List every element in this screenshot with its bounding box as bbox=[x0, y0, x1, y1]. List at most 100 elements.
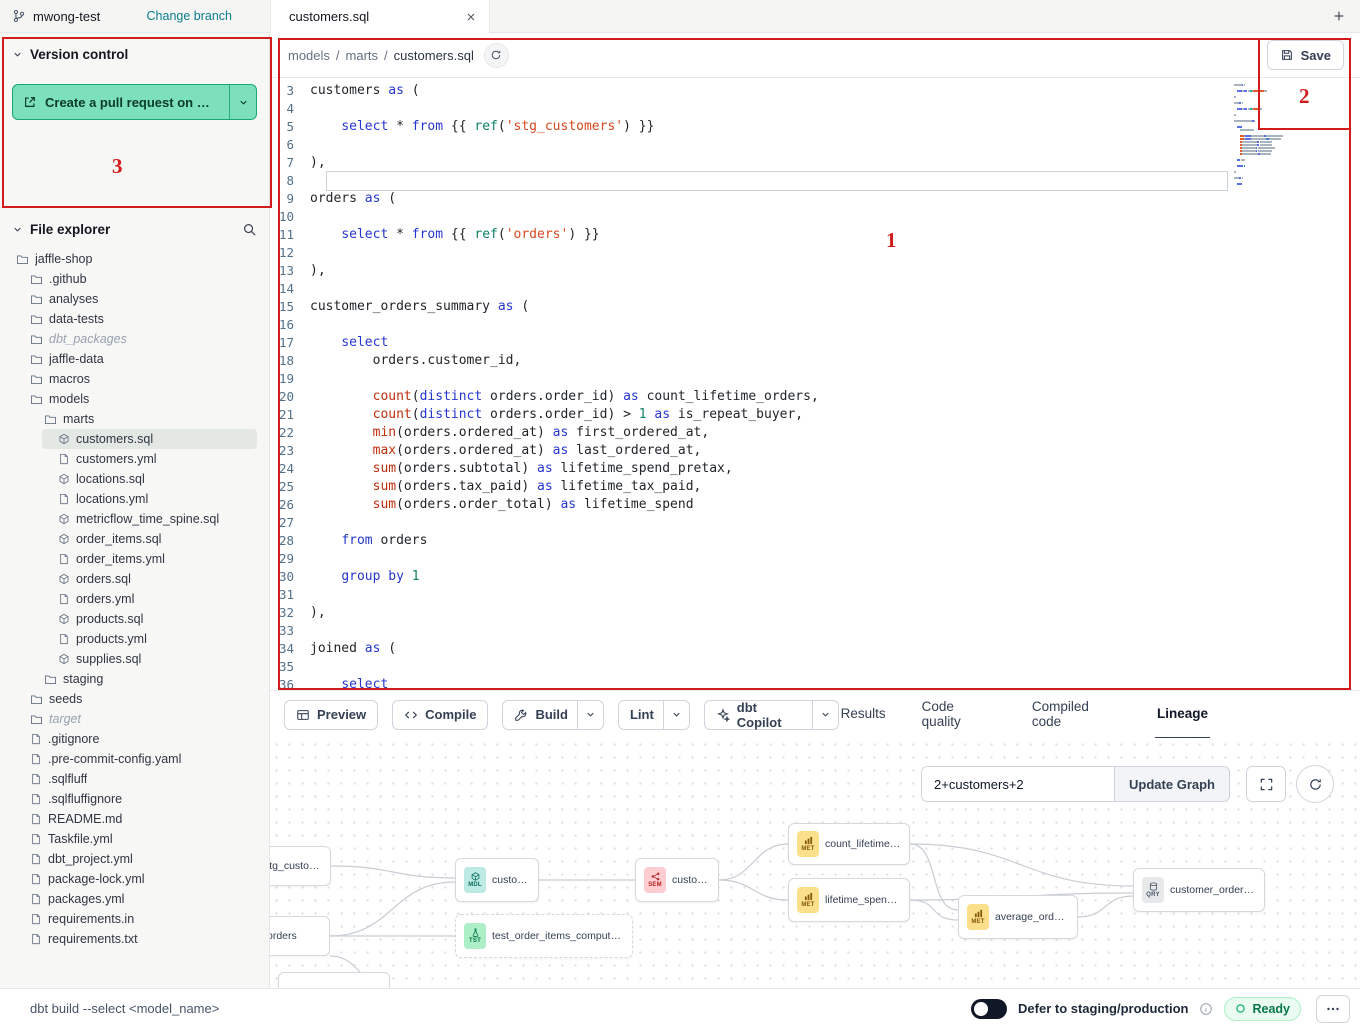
lineage-node-lifetime_spend_pretax[interactable]: METlifetime_spend_pretax bbox=[788, 878, 910, 922]
tree-folder-models[interactable]: models bbox=[12, 389, 257, 409]
lineage-node-count_lifetime_orders[interactable]: METcount_lifetime_orders bbox=[788, 823, 910, 865]
tree-file-customers.yml[interactable]: customers.yml bbox=[12, 449, 257, 469]
search-icon[interactable] bbox=[242, 222, 257, 237]
code-line-31[interactable]: 31 bbox=[270, 586, 1360, 604]
lineage-node-test_order_items_compute_to_bools...[interactable]: TSTtest_order_items_compute_to_bools... bbox=[455, 914, 633, 958]
tree-file-requirements.txt[interactable]: requirements.txt bbox=[12, 929, 257, 949]
create-pull-request-button[interactable]: Create a pull request on Git... bbox=[12, 84, 257, 120]
tab-compiled-code[interactable]: Compiled code bbox=[1030, 691, 1123, 739]
tree-file-requirements.in[interactable]: requirements.in bbox=[12, 909, 257, 929]
code-line-16[interactable]: 16 bbox=[270, 316, 1360, 334]
tab-results[interactable]: Results bbox=[839, 691, 888, 739]
code-line-21[interactable]: 21 count(distinct orders.order_id) > 1 a… bbox=[270, 406, 1360, 424]
lineage-node-stg_customers[interactable]: MDLstg_customers bbox=[270, 846, 331, 886]
code-line-14[interactable]: 14 bbox=[270, 280, 1360, 298]
build-button[interactable]: Build bbox=[502, 700, 604, 730]
code-line-17[interactable]: 17 select bbox=[270, 334, 1360, 352]
tree-file-locations.yml[interactable]: locations.yml bbox=[12, 489, 257, 509]
code-line-15[interactable]: 15customer_orders_summary as ( bbox=[270, 298, 1360, 316]
tree-folder-seeds[interactable]: seeds bbox=[12, 689, 257, 709]
code-line-10[interactable]: 10 bbox=[270, 208, 1360, 226]
tree-file-package-lock.yml[interactable]: package-lock.yml bbox=[12, 869, 257, 889]
editor-tab-customers-sql[interactable]: customers.sql bbox=[270, 0, 490, 33]
lineage-node-customers[interactable]: MDLcustomers bbox=[455, 858, 539, 902]
code-line-24[interactable]: 24 sum(orders.subtotal) as lifetime_spen… bbox=[270, 460, 1360, 478]
editor-refresh-button[interactable] bbox=[484, 43, 509, 68]
more-options-button[interactable] bbox=[1316, 995, 1350, 1023]
dbt-copilot-button[interactable]: dbt Copilot bbox=[704, 700, 839, 730]
code-line-33[interactable]: 33 bbox=[270, 622, 1360, 640]
lineage-node-customers[interactable]: SEMcustomers bbox=[635, 858, 719, 902]
preview-button[interactable]: Preview bbox=[284, 700, 378, 730]
close-icon[interactable] bbox=[465, 11, 477, 23]
change-branch-link[interactable]: Change branch bbox=[147, 9, 232, 23]
code-line-22[interactable]: 22 min(orders.ordered_at) as first_order… bbox=[270, 424, 1360, 442]
lineage-node-average_order_value[interactable]: METaverage_order_value bbox=[958, 895, 1078, 939]
tree-folder-staging[interactable]: staging bbox=[12, 669, 257, 689]
code-line-9[interactable]: 9orders as ( bbox=[270, 190, 1360, 208]
code-line-35[interactable]: 35 bbox=[270, 658, 1360, 676]
chevron-down-icon[interactable] bbox=[663, 701, 689, 729]
code-line-25[interactable]: 25 sum(orders.tax_paid) as lifetime_tax_… bbox=[270, 478, 1360, 496]
tree-file-orders.yml[interactable]: orders.yml bbox=[12, 589, 257, 609]
tree-file-Taskfile.yml[interactable]: Taskfile.yml bbox=[12, 829, 257, 849]
tree-file-.sqlfluff[interactable]: .sqlfluff bbox=[12, 769, 257, 789]
fullscreen-button[interactable] bbox=[1246, 766, 1286, 802]
tree-file-dbt_project.yml[interactable]: dbt_project.yml bbox=[12, 849, 257, 869]
tree-folder-macros[interactable]: macros bbox=[12, 369, 257, 389]
tree-file-order_items.sql[interactable]: order_items.sql bbox=[12, 529, 257, 549]
tree-file-products.yml[interactable]: products.yml bbox=[12, 629, 257, 649]
code-line-20[interactable]: 20 count(distinct orders.order_id) as co… bbox=[270, 388, 1360, 406]
code-line-3[interactable]: 3customers as ( bbox=[270, 82, 1360, 100]
code-line-26[interactable]: 26 sum(orders.order_total) as lifetime_s… bbox=[270, 496, 1360, 514]
code-line-19[interactable]: 19 bbox=[270, 370, 1360, 388]
refresh-graph-button[interactable] bbox=[1296, 765, 1334, 803]
tree-file-order_items.yml[interactable]: order_items.yml bbox=[12, 549, 257, 569]
code-line-13[interactable]: 13), bbox=[270, 262, 1360, 280]
code-line-11[interactable]: 11 select * from {{ ref('orders') }} bbox=[270, 226, 1360, 244]
code-line-18[interactable]: 18 orders.customer_id, bbox=[270, 352, 1360, 370]
code-line-8[interactable]: 8 bbox=[270, 172, 1360, 190]
tree-file-customers.sql[interactable]: customers.sql bbox=[42, 429, 257, 449]
code-line-5[interactable]: 5 select * from {{ ref('stg_customers') … bbox=[270, 118, 1360, 136]
code-editor[interactable]: 3customers as (45 select * from {{ ref('… bbox=[270, 78, 1360, 689]
tree-file-.gitignore[interactable]: .gitignore bbox=[12, 729, 257, 749]
lint-button[interactable]: Lint bbox=[618, 700, 690, 730]
compile-button[interactable]: Compile bbox=[392, 700, 488, 730]
tree-folder-.github[interactable]: .github bbox=[12, 269, 257, 289]
code-line-27[interactable]: 27 bbox=[270, 514, 1360, 532]
code-line-7[interactable]: 7), bbox=[270, 154, 1360, 172]
info-icon[interactable] bbox=[1199, 1002, 1213, 1016]
code-line-36[interactable]: 36 select bbox=[270, 676, 1360, 689]
tree-file-packages.yml[interactable]: packages.yml bbox=[12, 889, 257, 909]
code-line-23[interactable]: 23 max(orders.ordered_at) as last_ordere… bbox=[270, 442, 1360, 460]
defer-toggle[interactable] bbox=[971, 999, 1007, 1019]
code-line-34[interactable]: 34joined as ( bbox=[270, 640, 1360, 658]
chevron-down-icon[interactable] bbox=[12, 224, 23, 235]
update-graph-button[interactable]: Update Graph bbox=[1114, 766, 1230, 802]
tab-lineage[interactable]: Lineage bbox=[1155, 691, 1210, 739]
lineage-selector-input[interactable] bbox=[921, 766, 1114, 802]
tree-folder-jaffle-shop[interactable]: jaffle-shop bbox=[12, 249, 257, 269]
tree-folder-dbt_packages[interactable]: dbt_packages bbox=[12, 329, 257, 349]
tree-file-README.md[interactable]: README.md bbox=[12, 809, 257, 829]
tree-folder-analyses[interactable]: analyses bbox=[12, 289, 257, 309]
code-line-6[interactable]: 6 bbox=[270, 136, 1360, 154]
tree-folder-jaffle-data[interactable]: jaffle-data bbox=[12, 349, 257, 369]
chevron-down-icon[interactable] bbox=[12, 49, 23, 60]
lineage-node-customer_order_metrics[interactable]: QRYcustomer_order_metrics bbox=[1133, 868, 1265, 912]
tree-folder-data-tests[interactable]: data-tests bbox=[12, 309, 257, 329]
code-line-29[interactable]: 29 bbox=[270, 550, 1360, 568]
code-line-12[interactable]: 12 bbox=[270, 244, 1360, 262]
tree-file-orders.sql[interactable]: orders.sql bbox=[12, 569, 257, 589]
minimap[interactable] bbox=[1234, 84, 1326, 186]
tree-file-products.sql[interactable]: products.sql bbox=[12, 609, 257, 629]
lineage-node-partial[interactable] bbox=[278, 972, 390, 988]
tree-folder-marts[interactable]: marts bbox=[12, 409, 257, 429]
code-line-4[interactable]: 4 bbox=[270, 100, 1360, 118]
code-line-30[interactable]: 30 group by 1 bbox=[270, 568, 1360, 586]
save-button[interactable]: Save bbox=[1267, 40, 1344, 70]
tree-file-metricflow_time_spine.sql[interactable]: metricflow_time_spine.sql bbox=[12, 509, 257, 529]
tree-file-supplies.sql[interactable]: supplies.sql bbox=[12, 649, 257, 669]
tree-file-.sqlfluffignore[interactable]: .sqlfluffignore bbox=[12, 789, 257, 809]
